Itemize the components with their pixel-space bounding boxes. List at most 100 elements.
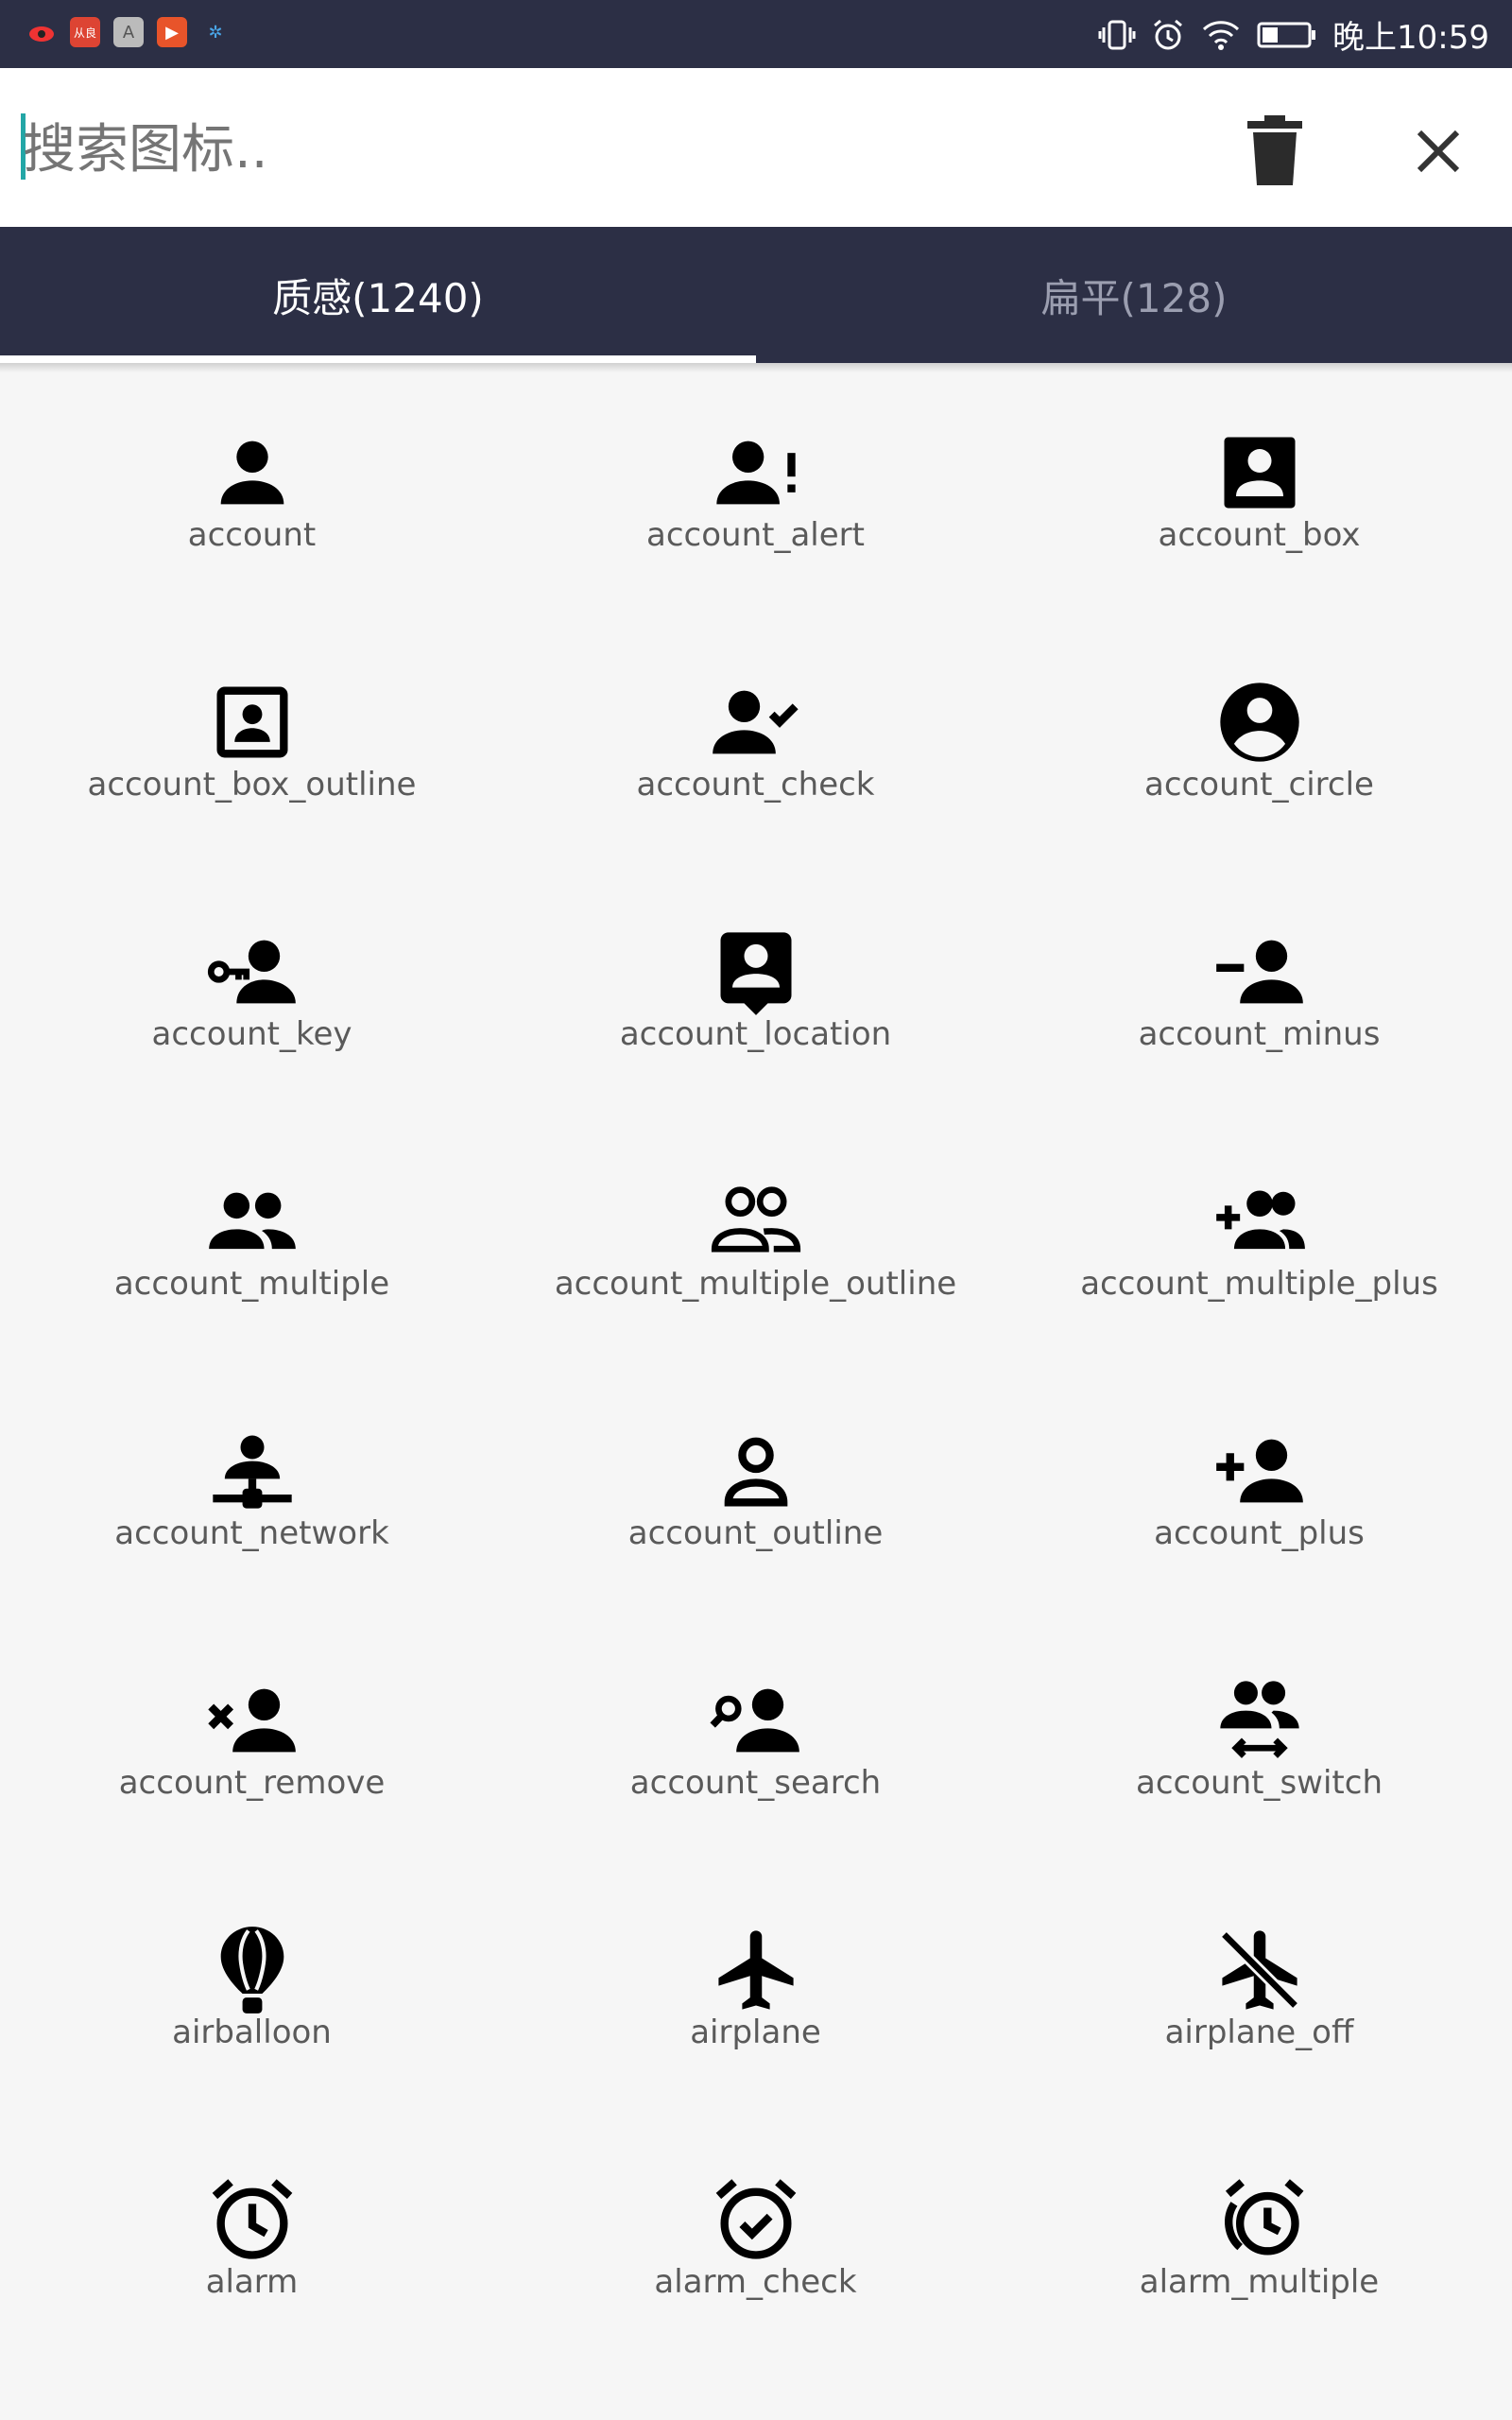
icon-label: account_key <box>151 1015 352 1053</box>
tab-material[interactable]: 质感(1240) <box>0 227 756 363</box>
icon-label: airplane_off <box>1164 2014 1354 2051</box>
icon-cell-account-switch[interactable]: account_switch <box>1007 1611 1511 1860</box>
a-app-label: A <box>122 22 135 43</box>
gear-app-label: ✲ <box>208 22 223 43</box>
a-app-icon: A <box>113 17 144 47</box>
clear-button[interactable] <box>1244 115 1306 187</box>
tag-app-icon: 从良 <box>70 17 100 47</box>
icon-label: account_minus <box>1138 1015 1381 1053</box>
gear-app-icon: ✲ <box>200 17 231 47</box>
icon-label: airballoon <box>172 2014 332 2051</box>
icon-cell-account-search[interactable]: account_search <box>504 1611 1007 1860</box>
battery-icon <box>1257 21 1317 49</box>
alarm-multiple-icon <box>1224 2179 1303 2256</box>
eye-app-icon <box>26 17 57 47</box>
account-icon <box>220 441 284 505</box>
icon-label: account_circle <box>1144 766 1374 804</box>
alarm-status-icon <box>1151 18 1185 52</box>
account-box-outline-icon <box>216 686 287 758</box>
account-box-icon <box>1224 437 1295 509</box>
icon-label: airplane <box>690 2014 821 2051</box>
airplane-icon <box>717 1930 794 2010</box>
trash-icon <box>1247 115 1302 185</box>
alarm-check-icon <box>715 2179 796 2259</box>
icon-grid: account account_alert account_box accoun… <box>0 363 1512 2420</box>
tag-app-label: 从良 <box>73 26 96 40</box>
icon-label: account_multiple <box>113 1265 390 1303</box>
icon-cell-account-multiple[interactable]: account_multiple <box>0 1112 504 1361</box>
icon-label: account_multiple_outline <box>554 1265 957 1303</box>
account-alert-icon <box>715 441 796 505</box>
icon-cell-airplane[interactable]: airplane <box>504 1860 1007 2110</box>
account-location-icon <box>720 932 791 1015</box>
account-multiple-outline-icon <box>711 1186 800 1253</box>
icon-cell-airballoon[interactable]: airballoon <box>0 1860 504 2110</box>
clock-time: 晚上10:59 <box>1332 19 1489 57</box>
icon-cell-account-check[interactable]: account_check <box>504 613 1007 862</box>
icon-label: account_location <box>619 1015 892 1053</box>
search-input[interactable] <box>21 113 1159 185</box>
status-indicators: 晚上10:59 <box>1098 11 1489 58</box>
account-remove-icon <box>207 1688 296 1753</box>
account-search-icon <box>709 1688 799 1753</box>
status-bar: 从良 A ▶ ✲ 晚上10:59 <box>0 0 1512 68</box>
icon-label: account_alert <box>646 516 865 554</box>
search-bar <box>0 68 1512 227</box>
icon-label: account_switch <box>1136 1764 1383 1802</box>
icon-cell-account-outline[interactable]: account_outline <box>504 1361 1007 1611</box>
icon-label: account_remove <box>118 1764 386 1802</box>
icon-cell-account-remove[interactable]: account_remove <box>0 1611 504 1860</box>
close-button[interactable] <box>1404 117 1472 185</box>
alarm-icon <box>212 2179 292 2259</box>
icon-cell-alarm[interactable]: alarm <box>0 2110 504 2360</box>
account-plus-icon <box>1215 1439 1303 1503</box>
account-switch-icon <box>1219 1681 1299 1758</box>
icon-label: account_box_outline <box>87 766 417 804</box>
icon-cell-alarm-check[interactable]: alarm_check <box>504 2110 1007 2360</box>
account-outline-icon <box>724 1437 787 1507</box>
icon-label: account_box <box>1158 516 1361 554</box>
account-multiple-plus-icon <box>1215 1190 1305 1250</box>
icon-label: alarm_multiple <box>1139 2263 1380 2301</box>
icon-cell-airplane-off[interactable]: airplane_off <box>1007 1860 1511 2110</box>
icon-label: alarm_check <box>654 2263 857 2301</box>
icon-cell-account-circle[interactable]: account_circle <box>1007 613 1511 862</box>
icon-cell-account-network[interactable]: account_network <box>0 1361 504 1611</box>
airplane-off-icon <box>1219 1930 1299 2010</box>
tab-material-label: 质感(1240) <box>272 274 484 321</box>
icon-label: account_outline <box>627 1514 884 1552</box>
icon-cell-account-multiple-outline[interactable]: account_multiple_outline <box>504 1112 1007 1361</box>
icon-cell-account-alert[interactable]: account_alert <box>504 363 1007 613</box>
icon-cell-account-location[interactable]: account_location <box>504 862 1007 1112</box>
account-multiple-icon <box>208 1192 296 1250</box>
icon-cell-account-box-outline[interactable]: account_box_outline <box>0 613 504 862</box>
icon-cell-account-box[interactable]: account_box <box>1007 363 1511 613</box>
icon-label: account_network <box>114 1514 389 1552</box>
play-app-label: ▶ <box>165 22 179 43</box>
tab-flat-label: 扁平(128) <box>1040 274 1228 321</box>
account-circle-icon <box>1219 683 1299 762</box>
icon-cell-account-key[interactable]: account_key <box>0 862 504 1112</box>
icon-cell-account-minus[interactable]: account_minus <box>1007 862 1511 1112</box>
icon-label: alarm <box>205 2263 299 2301</box>
close-icon <box>1417 130 1460 173</box>
notification-icons: 从良 A ▶ ✲ <box>26 17 231 47</box>
icon-cell-account[interactable]: account <box>0 363 504 613</box>
icon-cell-account-multiple-plus[interactable]: account_multiple_plus <box>1007 1112 1511 1361</box>
icon-cell-account-plus[interactable]: account_plus <box>1007 1361 1511 1611</box>
account-key-icon <box>207 940 296 1004</box>
account-minus-icon <box>1215 940 1303 1004</box>
play-app-icon: ▶ <box>157 17 187 47</box>
icon-label: account_multiple_plus <box>1080 1265 1438 1303</box>
tab-flat[interactable]: 扁平(128) <box>756 227 1512 363</box>
icon-label: account_search <box>629 1764 882 1802</box>
icon-label: account_check <box>636 766 875 804</box>
account-network-icon <box>212 1435 292 1509</box>
icon-cell-alarm-multiple[interactable]: alarm_multiple <box>1007 2110 1511 2360</box>
tab-bar: 质感(1240) 扁平(128) <box>0 227 1512 363</box>
icon-label: account <box>187 516 317 554</box>
airballoon-icon <box>220 1927 284 2014</box>
wifi-icon <box>1200 18 1242 52</box>
tab-indicator <box>0 355 756 363</box>
vibrate-icon <box>1098 18 1136 52</box>
